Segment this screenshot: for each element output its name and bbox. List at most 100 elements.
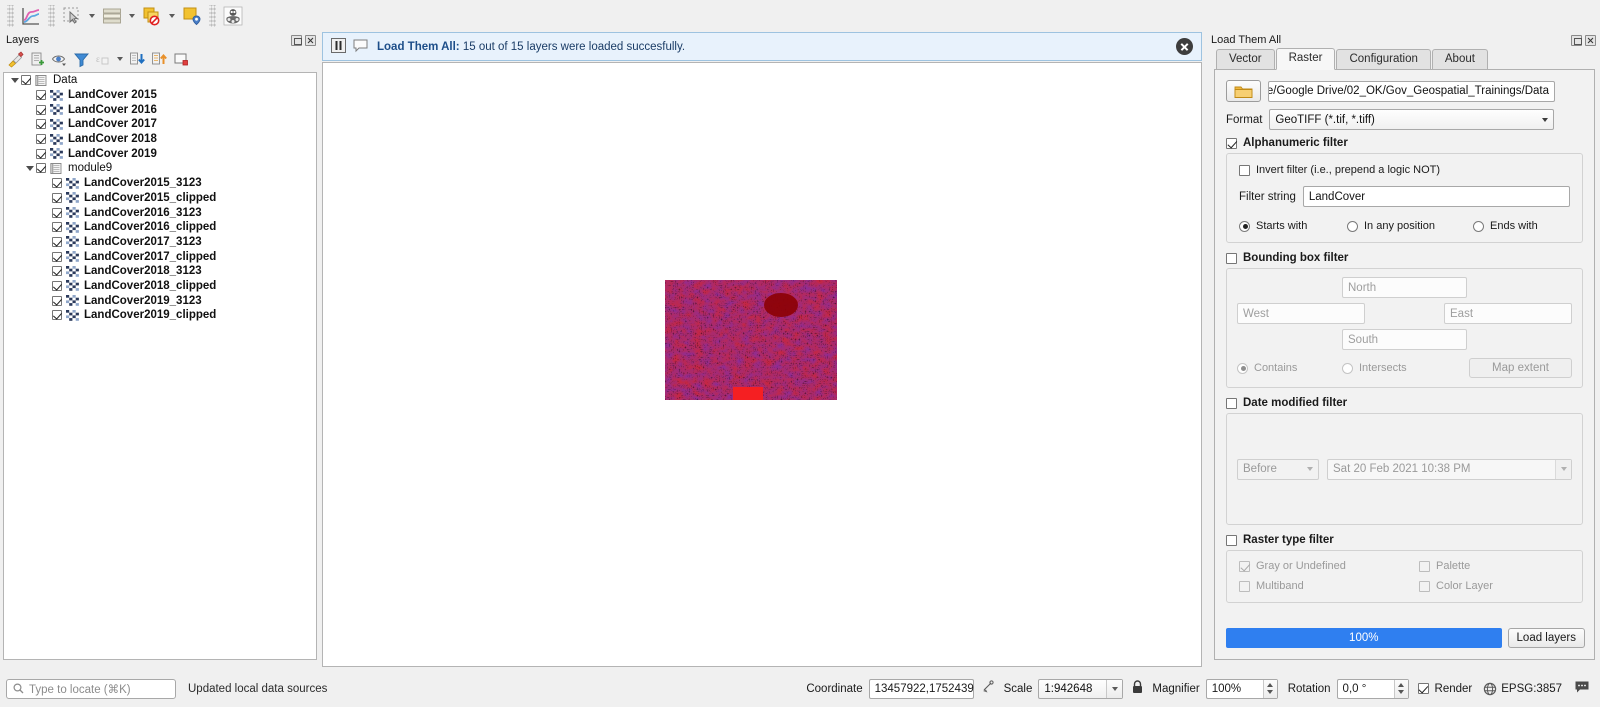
palette-row[interactable]: Palette — [1419, 560, 1470, 572]
layer-visibility-checkbox[interactable] — [36, 148, 46, 159]
layer-visibility-checkbox[interactable] — [52, 310, 62, 321]
date-modified-filter-checkbox[interactable] — [1226, 397, 1237, 409]
layer-row[interactable]: LandCover 2018 — [4, 132, 316, 147]
radio-ends-with[interactable]: Ends with — [1473, 220, 1538, 232]
manage-visibility-icon[interactable] — [49, 49, 69, 69]
bounding-box-filter-checkbox[interactable] — [1226, 252, 1237, 264]
toolbar-grip-2[interactable] — [48, 5, 55, 27]
messages-log-icon[interactable] — [1574, 680, 1590, 697]
layer-visibility-checkbox[interactable] — [21, 75, 31, 86]
load-layers-button[interactable]: Load layers — [1507, 628, 1585, 648]
expand-toggle-icon[interactable] — [24, 165, 36, 171]
date-modified-filter-group-checkbox[interactable]: Date modified filter — [1226, 397, 1583, 409]
multiband-checkbox[interactable] — [1239, 580, 1250, 592]
layer-row[interactable]: LandCover2015_3123 — [4, 176, 316, 191]
map-extent-button[interactable]: Map extent — [1469, 358, 1572, 378]
contains-radio[interactable] — [1237, 362, 1248, 374]
pause-messages-icon[interactable] — [331, 37, 346, 56]
raster-type-filter-checkbox[interactable] — [1226, 534, 1237, 546]
filter-string-input[interactable]: LandCover — [1302, 186, 1570, 207]
render-toggle[interactable]: Render — [1417, 683, 1479, 695]
layer-row[interactable]: LandCover2015_clipped — [4, 191, 316, 206]
filter-legend-icon[interactable] — [71, 49, 91, 69]
raster-type-filter-group-checkbox[interactable]: Raster type filter — [1226, 534, 1583, 546]
layer-group-row[interactable]: Data — [4, 73, 316, 88]
select-dropdown-icon[interactable] — [86, 3, 98, 29]
toolbar-grip[interactable] — [7, 5, 14, 27]
layer-visibility-checkbox[interactable] — [52, 222, 62, 233]
layer-visibility-checkbox[interactable] — [52, 192, 62, 203]
north-input[interactable]: North — [1342, 277, 1467, 298]
message-log-icon[interactable] — [353, 38, 368, 56]
coordinate-input[interactable]: 13457922,1752439 — [868, 678, 974, 699]
crs-status[interactable]: EPSG:3857 — [1483, 682, 1562, 696]
tab-raster[interactable]: Raster — [1275, 48, 1336, 70]
layer-row[interactable]: LandCover 2017 — [4, 117, 316, 132]
gray-or-undefined-row[interactable]: Gray or Undefined — [1239, 560, 1419, 572]
layer-row[interactable]: LandCover2018_clipped — [4, 279, 316, 294]
south-input[interactable]: South — [1342, 329, 1467, 350]
layer-visibility-checkbox[interactable] — [36, 119, 46, 130]
tab-vector[interactable]: Vector — [1216, 49, 1275, 69]
layer-visibility-checkbox[interactable] — [52, 207, 62, 218]
message-bar-close-button[interactable] — [1176, 38, 1193, 55]
dock-float-button[interactable] — [1571, 34, 1582, 46]
starts-with-radio[interactable] — [1239, 220, 1250, 232]
layer-visibility-checkbox[interactable] — [52, 280, 62, 291]
layer-row[interactable]: LandCover2016_clipped — [4, 220, 316, 235]
toolbar-grip-3[interactable] — [209, 5, 216, 27]
layer-visibility-checkbox[interactable] — [36, 104, 46, 115]
format-combobox[interactable]: GeoTIFF (*.tif, *.tiff) — [1269, 109, 1555, 130]
layer-row[interactable]: LandCover2017_clipped — [4, 249, 316, 264]
select-features-icon[interactable] — [58, 3, 86, 29]
tab-configuration[interactable]: Configuration — [1336, 49, 1431, 69]
alphanumeric-filter-group-checkbox[interactable]: Alphanumeric filter — [1226, 137, 1583, 149]
map-canvas[interactable] — [322, 62, 1202, 667]
intersects-radio[interactable] — [1342, 362, 1353, 374]
scale-combobox[interactable]: 1:942648 — [1038, 678, 1124, 699]
layer-row[interactable]: LandCover2018_3123 — [4, 264, 316, 279]
layer-visibility-checkbox[interactable] — [36, 134, 46, 145]
attribute-table-icon[interactable] — [98, 3, 126, 29]
plot-chart-icon[interactable] — [17, 3, 45, 29]
layer-row[interactable]: LandCover 2019 — [4, 146, 316, 161]
multiband-row[interactable]: Multiband — [1239, 580, 1419, 592]
plugin-icon[interactable] — [219, 3, 247, 29]
toggle-extents-icon[interactable] — [982, 680, 996, 697]
deselect-features-icon[interactable] — [138, 3, 166, 29]
alphanumeric-filter-checkbox[interactable] — [1226, 137, 1237, 149]
layer-row[interactable]: LandCover 2016 — [4, 102, 316, 117]
layer-row[interactable]: LandCover2017_3123 — [4, 235, 316, 250]
radio-intersects[interactable]: Intersects — [1342, 362, 1447, 374]
west-input[interactable]: West — [1237, 303, 1365, 324]
layer-row[interactable]: LandCover2019_3123 — [4, 293, 316, 308]
layer-visibility-checkbox[interactable] — [52, 295, 62, 306]
radio-starts-with[interactable]: Starts with — [1239, 220, 1347, 232]
locator-search-input[interactable]: Type to locate (⌘K) — [6, 678, 176, 699]
remove-layer-icon[interactable] — [171, 49, 191, 69]
palette-checkbox[interactable] — [1419, 560, 1430, 572]
layer-row[interactable]: LandCover2016_3123 — [4, 205, 316, 220]
table-dropdown-icon[interactable] — [126, 3, 138, 29]
directory-path-input[interactable]: riailie/Google Drive/02_OK/Gov_Geospatia… — [1268, 80, 1555, 102]
layer-row[interactable]: LandCover 2015 — [4, 88, 316, 103]
in-any-position-radio[interactable] — [1347, 220, 1358, 232]
ends-with-radio[interactable] — [1473, 220, 1484, 232]
layers-panel-float-button[interactable] — [291, 34, 302, 46]
date-operator-combobox[interactable]: Before — [1237, 458, 1319, 480]
magnifier-spinbox[interactable]: 100% — [1205, 678, 1278, 699]
filter-expression-icon[interactable]: ε — [93, 49, 113, 69]
rotation-spinbox[interactable]: 0,0 ° — [1336, 678, 1409, 699]
gray-or-undefined-checkbox[interactable] — [1239, 560, 1250, 572]
color-layer-checkbox[interactable] — [1419, 580, 1430, 592]
bounding-box-filter-group-checkbox[interactable]: Bounding box filter — [1226, 252, 1583, 264]
layer-visibility-checkbox[interactable] — [36, 90, 46, 101]
add-group-icon[interactable] — [27, 49, 47, 69]
layers-panel-close-button[interactable] — [305, 34, 316, 46]
lock-scale-icon[interactable] — [1131, 680, 1144, 697]
layer-visibility-checkbox[interactable] — [52, 251, 62, 262]
invert-filter-row[interactable]: Invert filter (i.e., prepend a logic NOT… — [1239, 164, 1570, 176]
filter-dropdown-icon[interactable] — [115, 49, 125, 69]
layer-visibility-checkbox[interactable] — [52, 236, 62, 247]
layer-visibility-checkbox[interactable] — [36, 163, 46, 174]
